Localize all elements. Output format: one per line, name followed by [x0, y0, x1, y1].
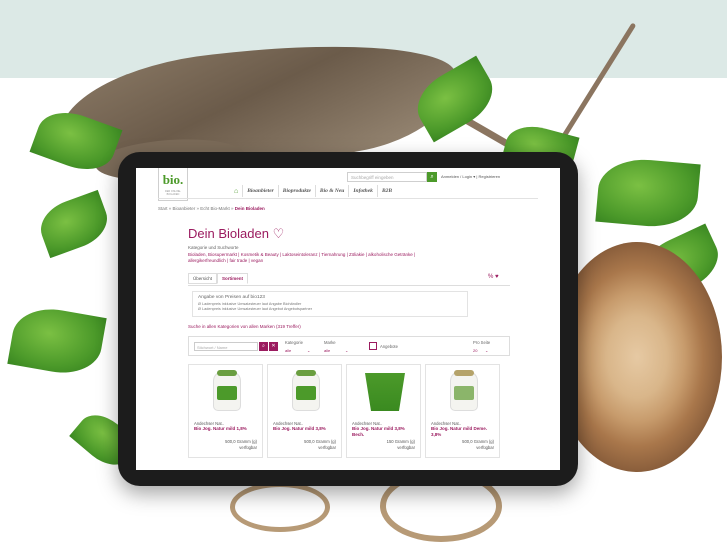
tab-sortiment[interactable]: Sortiment: [217, 273, 249, 284]
logo-subtitle: DER ONLINE-BIOLADEN: [164, 190, 182, 196]
breadcrumb: Start » Bioanbieter » Echt Bio-Markt » D…: [158, 206, 265, 211]
product-image[interactable]: [365, 373, 405, 411]
product-image[interactable]: [292, 370, 320, 411]
chevron-down-icon[interactable]: ⌄: [307, 348, 310, 353]
product-weight: 500,0 Gramm (g): [304, 439, 336, 444]
home-icon[interactable]: ⌂: [230, 185, 242, 197]
site-logo[interactable]: bio. DER ONLINE-BIOLADEN: [158, 168, 188, 201]
main-nav: ⌂ Bioanbieter Bioprodukte Bio & Neu Info…: [230, 185, 396, 197]
angebote-checkbox[interactable]: [369, 342, 377, 350]
leaf-decoration: [33, 189, 115, 259]
product-name[interactable]: Bio Jog. Natur mild 1,8%: [194, 426, 260, 432]
chevron-down-icon[interactable]: ⌄: [345, 348, 348, 353]
categories-list[interactable]: Bioladen, Biosupermarkt | Kosmetik & Bea…: [188, 252, 448, 264]
search-all-link[interactable]: Suche in allen Kategorien von allen Mark…: [188, 324, 301, 329]
product-card[interactable]: Andechser Nat.. Bio Jog. Natur mild 1,8%…: [188, 364, 263, 458]
nav-item-bioprodukte[interactable]: Bioprodukte: [277, 185, 315, 197]
marke-label: Marke: [324, 340, 336, 345]
page-title-wrap: Dein Bioladen ♡: [188, 226, 284, 242]
nav-item-bioanbieter[interactable]: Bioanbieter: [242, 185, 278, 197]
product-weight: 150 Gramm (g): [386, 439, 415, 444]
product-weight: 500,0 Gramm (g): [462, 439, 494, 444]
leaf-decoration: [7, 302, 107, 380]
price-info-box: Angabe von Preisen auf bio123 Ø Ladenpre…: [192, 291, 468, 317]
product-name[interactable]: Bio Jog. Natur mild Deme. 3,8%: [431, 426, 497, 437]
kategorie-label: Kategorie: [285, 340, 303, 345]
product-card[interactable]: Andechser Nat.. Bio Jog. Natur mild Deme…: [425, 364, 500, 458]
leaf-decoration: [595, 155, 701, 231]
product-image[interactable]: [450, 370, 478, 411]
search-icon[interactable]: ⌕: [259, 342, 268, 351]
pro-seite-select[interactable]: 20: [473, 348, 477, 353]
price-info-heading: Angabe von Preisen auf bio123: [198, 295, 265, 300]
product-card[interactable]: Andechser Nat.. Bio Jog. Natur mild 3,8%…: [267, 364, 342, 458]
tab-uebersicht[interactable]: Übersicht: [188, 273, 218, 284]
nav-divider: [158, 198, 538, 199]
rope-decoration: [230, 482, 330, 532]
nav-item-bio-neu[interactable]: Bio & Neu: [314, 185, 348, 197]
product-grid: Andechser Nat.. Bio Jog. Natur mild 1,8%…: [188, 364, 500, 458]
filter-bar: Stichwort / Name ⌕ ✕ Kategorie alle ⌄ Ma…: [188, 336, 510, 356]
product-availability: verfügbar: [476, 445, 494, 450]
site-search-input[interactable]: Suchbegriff eingeben: [347, 172, 427, 182]
page-title: Dein Bioladen: [188, 226, 269, 241]
tablet-screen: bio. DER ONLINE-BIOLADEN Suchbegriff ein…: [136, 168, 560, 470]
tab-divider: [188, 285, 510, 286]
account-links[interactable]: Anmelden / Login ▾ | Registrieren: [441, 174, 500, 179]
product-name[interactable]: Bio Jog. Natur mild 3,8% Bech.: [352, 426, 418, 437]
breadcrumb-current: Dein Bioladen: [234, 206, 265, 211]
product-card[interactable]: Andechser Nat.. Bio Jog. Natur mild 3,8%…: [346, 364, 421, 458]
price-info-line: Ø Ladenpreis inklusive Umsatzsteuer laut…: [198, 307, 312, 311]
pro-seite-label: Pro Seite: [473, 340, 491, 345]
keyword-search-input[interactable]: Stichwort / Name: [194, 342, 258, 351]
product-availability: verfügbar: [239, 445, 257, 450]
discount-favorite-icons[interactable]: % ♥: [488, 274, 499, 280]
tab-bar: Übersicht Sortiment: [188, 273, 249, 284]
product-availability: verfügbar: [397, 445, 415, 450]
categories-label: Kategorie und Suchworte: [188, 245, 239, 250]
chevron-down-icon[interactable]: ⌄: [485, 348, 488, 353]
nav-item-infothek[interactable]: Infothek: [348, 185, 377, 197]
tablet-device: bio. DER ONLINE-BIOLADEN Suchbegriff ein…: [118, 152, 578, 486]
marke-select[interactable]: alle: [324, 348, 330, 353]
logo-text: bio.: [162, 172, 184, 187]
product-availability: verfügbar: [318, 445, 336, 450]
angebote-label: Angebote: [380, 344, 398, 349]
breadcrumb-path[interactable]: Start » Bioanbieter » Echt Bio-Markt »: [158, 206, 235, 211]
nav-item-b2b[interactable]: B2B: [376, 185, 396, 197]
product-name[interactable]: Bio Jog. Natur mild 3,8%: [273, 426, 339, 432]
search-icon[interactable]: ⌕: [427, 172, 437, 182]
heart-icon[interactable]: ♡: [273, 226, 285, 241]
clear-icon[interactable]: ✕: [269, 342, 278, 351]
product-weight: 500,0 Gramm (g): [225, 439, 257, 444]
product-image[interactable]: [213, 370, 241, 411]
kategorie-select[interactable]: alle: [285, 348, 291, 353]
